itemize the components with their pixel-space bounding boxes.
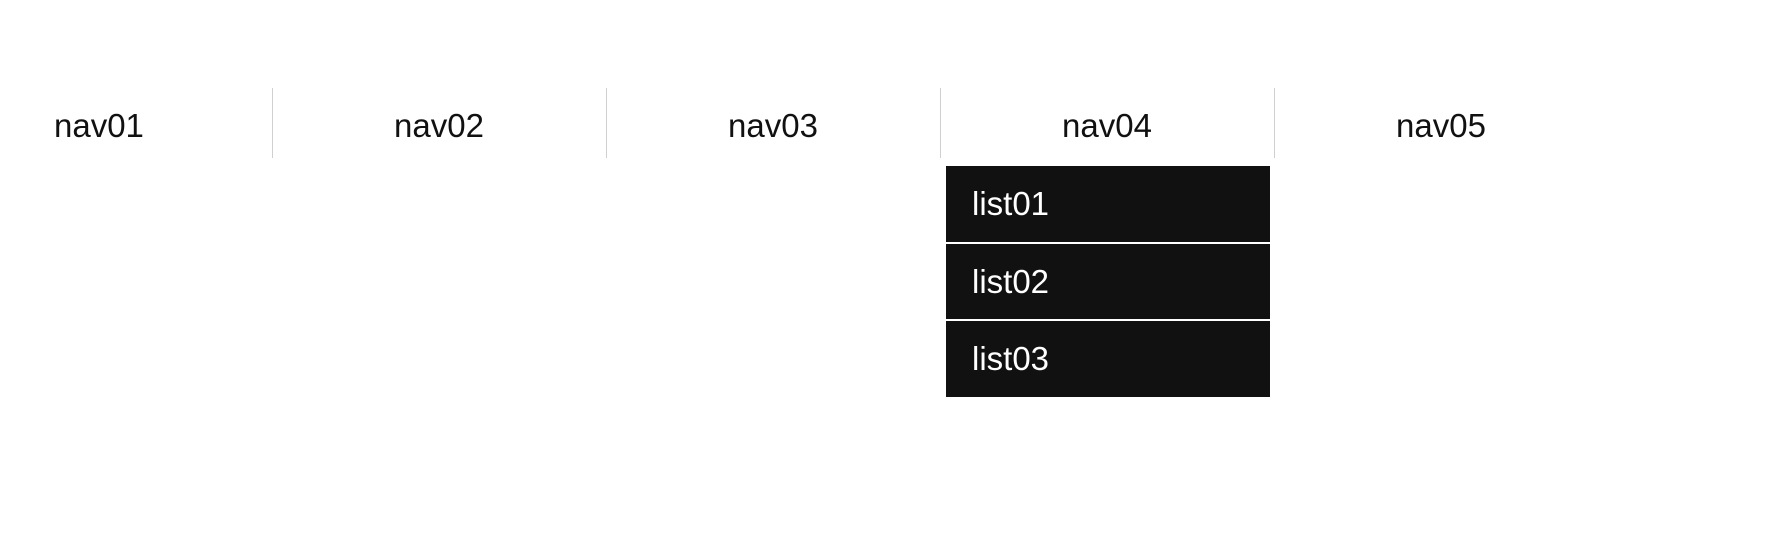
dropdown-item-label: list01 bbox=[972, 185, 1049, 222]
dropdown-item-label: list03 bbox=[972, 340, 1049, 377]
dropdown-item-01[interactable]: list01 bbox=[946, 166, 1270, 244]
nav-item-label: nav04 bbox=[1062, 106, 1152, 146]
nav-bar: nav01 nav02 nav03 nav04 list01 list02 li… bbox=[0, 0, 1786, 164]
nav-item-03[interactable]: nav03 bbox=[606, 88, 940, 164]
nav-item-02[interactable]: nav02 bbox=[272, 88, 606, 164]
nav-item-label: nav05 bbox=[1396, 106, 1486, 146]
nav-item-01[interactable]: nav01 bbox=[0, 88, 272, 164]
nav-item-label: nav01 bbox=[54, 106, 144, 146]
dropdown-item-03[interactable]: list03 bbox=[946, 321, 1270, 397]
nav-item-04[interactable]: nav04 list01 list02 list03 bbox=[940, 88, 1274, 164]
nav-item-05[interactable]: nav05 bbox=[1274, 88, 1608, 164]
dropdown-item-02[interactable]: list02 bbox=[946, 244, 1270, 322]
dropdown-item-label: list02 bbox=[972, 263, 1049, 300]
nav-item-label: nav03 bbox=[728, 106, 818, 146]
nav-item-label: nav02 bbox=[394, 106, 484, 146]
dropdown-menu: list01 list02 list03 bbox=[946, 166, 1270, 397]
